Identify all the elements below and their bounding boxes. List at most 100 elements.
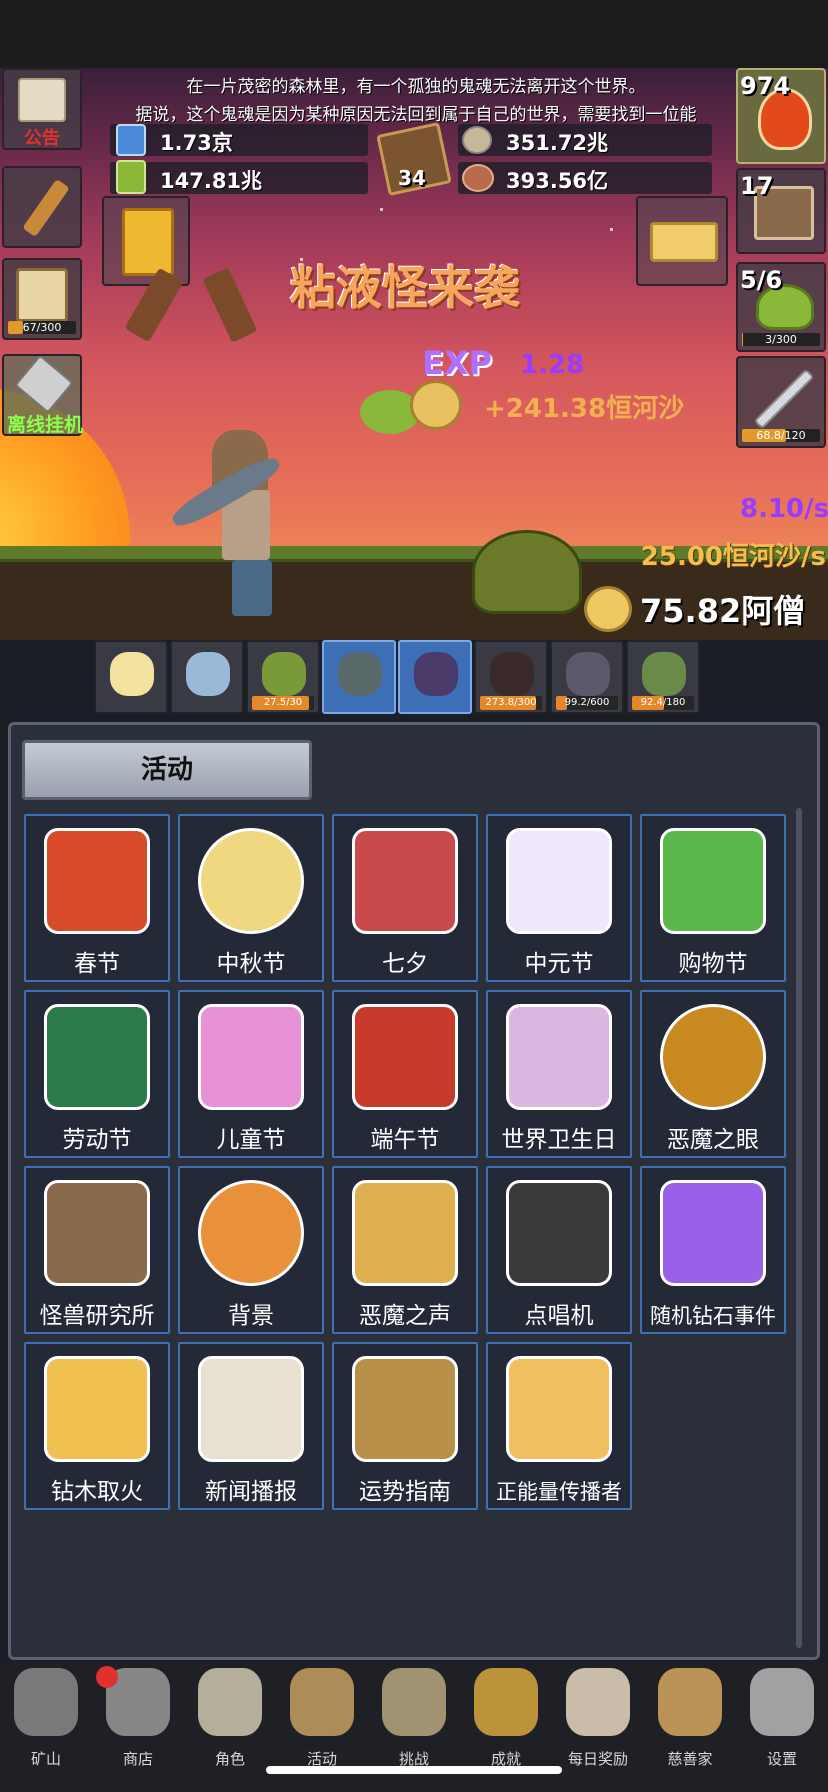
sword-button[interactable]: 68.8/120 — [736, 356, 826, 448]
monster-slot-bat[interactable] — [398, 640, 472, 714]
skull-icon — [198, 1668, 262, 1736]
nav-item[interactable]: 每日奖励 — [552, 1668, 644, 1772]
beer-progress-bar: 67/300 — [8, 321, 76, 334]
activity-card[interactable]: 端午节 — [332, 990, 478, 1158]
monster-slot-spider[interactable]: 273.8/300 — [474, 640, 548, 714]
nav-item[interactable]: 挑战 — [368, 1668, 460, 1772]
gold-coin-icon — [584, 586, 632, 632]
activity-card[interactable]: 劳动节 — [24, 990, 170, 1158]
zombie-icon — [338, 652, 382, 696]
nav-label: 矿山 — [30, 1750, 61, 1768]
story-line-1: 在一片茂密的森林里，有一个孤独的鬼魂无法离开这个世界。 — [186, 77, 646, 96]
chest-button[interactable]: 17 — [736, 168, 826, 254]
golden-key-button[interactable] — [102, 196, 190, 286]
monster-slot-goblin[interactable]: 92.4/180 — [626, 640, 700, 714]
shop-notification-dot — [96, 1666, 118, 1688]
activity-card[interactable]: 背景 — [178, 1166, 324, 1334]
activity-card[interactable]: 随机钻石事件 — [640, 1166, 786, 1334]
coin-drop-icon — [410, 380, 462, 430]
torch-icon — [22, 178, 70, 238]
potion-button[interactable]: 974 — [736, 68, 826, 164]
notice-button[interactable]: 公告 — [2, 68, 82, 150]
monster-progress-bar: 273.8/300 — [480, 696, 542, 710]
sword-progress-bar: 68.8/120 — [742, 429, 820, 442]
activity-card[interactable]: 儿童节 — [178, 990, 324, 1158]
exp-gain: 1.28 — [520, 350, 585, 380]
bread-icon — [658, 1668, 722, 1736]
beer-progress-text: 67/300 — [22, 321, 62, 334]
ghost-icon — [566, 652, 610, 696]
brush-icon — [44, 1004, 150, 1110]
monster-slot-zombie[interactable] — [322, 640, 396, 714]
butter-button[interactable] — [636, 196, 728, 286]
monster-slot-candle[interactable] — [94, 640, 168, 714]
gear-icon — [750, 1668, 814, 1736]
sword-icon — [753, 368, 815, 430]
spider-icon — [490, 652, 534, 696]
activity-card[interactable]: 中元节 — [486, 814, 632, 982]
activity-card[interactable]: 怪兽研究所 — [24, 1166, 170, 1334]
slime-progress-bar: 3/300 — [742, 333, 820, 346]
mask-icon — [352, 1004, 458, 1110]
ghost-icon — [506, 828, 612, 934]
activity-card-label: 七夕 — [382, 951, 428, 977]
nav-item[interactable]: 角色 — [184, 1668, 276, 1772]
activity-card-label: 世界卫生日 — [501, 1127, 617, 1153]
map-icon — [382, 1668, 446, 1736]
blue-potion-amount: 1.73京 — [160, 131, 233, 155]
slime-progress-text: 3/300 — [765, 333, 797, 346]
chest-count: 17 — [740, 172, 774, 200]
activity-card[interactable]: 点唱机 — [486, 1166, 632, 1334]
activity-card-label: 春节 — [74, 951, 120, 977]
exp-label: EXP — [422, 344, 492, 382]
activity-card-label: 中秋节 — [216, 951, 286, 977]
torch-button[interactable] — [2, 166, 82, 248]
monster-progress-text: 27.5/30 — [263, 697, 303, 708]
activity-card[interactable]: 恶魔之声 — [332, 1166, 478, 1334]
lab-icon — [44, 1180, 150, 1286]
activity-card[interactable]: 世界卫生日 — [486, 990, 632, 1158]
activity-card-label: 怪兽研究所 — [39, 1303, 155, 1329]
nav-item[interactable]: 活动 — [276, 1668, 368, 1772]
hero-legs — [232, 560, 272, 616]
green-potion-icon — [116, 160, 146, 194]
lollipop-icon — [198, 1004, 304, 1110]
ambulance-icon — [506, 1004, 612, 1110]
activity-card-label: 钻木取火 — [51, 1479, 143, 1505]
activity-card[interactable]: 运势指南 — [332, 1342, 478, 1510]
nav-item[interactable]: 慈善家 — [644, 1668, 736, 1772]
activity-card-label: 随机钻石事件 — [650, 1304, 776, 1328]
candle-icon — [110, 652, 154, 696]
panel-scrollbar[interactable] — [796, 808, 802, 1648]
coin-amount: 351.72兆 — [506, 131, 609, 155]
offline-idle-label: 离线挂机 — [6, 414, 83, 436]
offline-idle-button[interactable]: 离线挂机 — [2, 354, 83, 436]
money-icon — [660, 828, 766, 934]
activity-card[interactable]: 春节 — [24, 814, 170, 982]
activity-card-label: 中元节 — [524, 951, 594, 977]
nav-item[interactable]: 矿山 — [0, 1668, 92, 1772]
activity-card[interactable]: 钻木取火 — [24, 1342, 170, 1510]
activity-card[interactable]: 购物节 — [640, 814, 786, 982]
meat-icon — [462, 164, 494, 192]
activity-card[interactable]: 恶魔之眼 — [640, 990, 786, 1158]
activity-card[interactable]: 七夕 — [332, 814, 478, 982]
slime-button[interactable]: 5/6 3/300 — [736, 262, 826, 352]
monster-slot-ghost[interactable]: 99.2/600 — [550, 640, 624, 714]
nav-item[interactable]: 设置 — [736, 1668, 828, 1772]
monster-slot-egg[interactable] — [170, 640, 244, 714]
activity-card[interactable]: 新闻播报 — [178, 1342, 324, 1510]
notice-label: 公告 — [24, 128, 60, 149]
slime-enemy[interactable] — [472, 530, 582, 614]
status-bar — [0, 0, 828, 68]
monster-slot-slime[interactable]: 27.5/30 — [246, 640, 320, 714]
bat-icon — [414, 652, 458, 696]
activity-card[interactable]: 中秋节 — [178, 814, 324, 982]
beer-button[interactable]: 67/300 — [2, 258, 82, 340]
key-icon — [474, 1668, 538, 1736]
nav-item[interactable]: 成就 — [460, 1668, 552, 1772]
nav-label: 角色 — [214, 1750, 245, 1768]
activity-card[interactable]: 正能量传播者 — [486, 1342, 632, 1510]
heart-icon — [352, 828, 458, 934]
lantern-icon — [14, 1668, 78, 1736]
